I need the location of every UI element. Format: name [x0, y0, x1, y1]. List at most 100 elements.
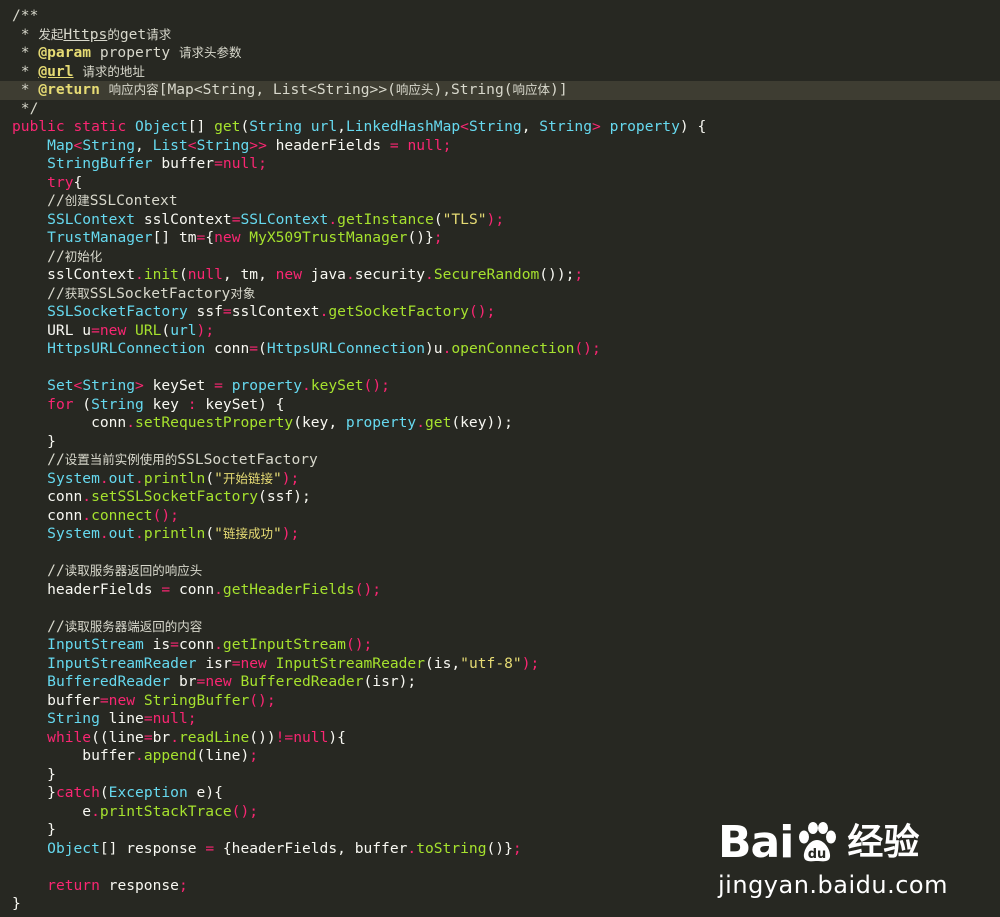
code-line[interactable]: SSLContext sslContext=SSLContext.getInst…	[0, 211, 1000, 230]
code-token: {headerFields, buffer	[214, 839, 408, 857]
code-token: System	[47, 469, 100, 487]
code-token: [] tm	[152, 229, 197, 246]
code-line[interactable]: System.out.println("开始链接");	[0, 470, 1000, 489]
code-line[interactable]: Map<String, List<String>> headerFields =…	[0, 137, 1000, 156]
code-line[interactable]: sslContext.init(null, tm, new java.secur…	[0, 266, 1000, 285]
code-token: ());	[539, 266, 575, 283]
code-token: Set	[47, 377, 74, 394]
code-token: =	[143, 728, 153, 746]
code-token: (	[205, 525, 215, 542]
code-line[interactable]: * @param property 请求头参数	[0, 44, 1000, 63]
code-token: .	[135, 747, 144, 764]
code-token: URL	[135, 321, 162, 339]
code-line[interactable]: URL u=new URL(url);	[0, 322, 1000, 341]
code-line[interactable]: buffer.append(line);	[0, 747, 1000, 766]
code-token: ,	[337, 118, 346, 135]
code-token: (ssf);	[258, 488, 311, 505]
code-token: );	[521, 654, 540, 672]
code-line[interactable]	[0, 359, 1000, 378]
code-line[interactable]: }	[0, 766, 1000, 785]
code-token: List	[152, 136, 188, 154]
code-line[interactable]: Set<String> keySet = property.keySet();	[0, 377, 1000, 396]
code-line[interactable]: //读取服务器端返回的内容	[0, 618, 1000, 637]
code-editor[interactable]: /** * 发起Https的get请求 * @param property 请求…	[0, 0, 1000, 917]
code-token: headerFields	[12, 580, 162, 598]
code-token: .	[345, 266, 355, 283]
code-token: readLine	[178, 728, 250, 746]
code-line[interactable]: InputStream is=conn.getInputStream();	[0, 636, 1000, 655]
code-token: =	[161, 580, 171, 598]
code-line[interactable]: //读取服务器返回的响应头	[0, 562, 1000, 581]
code-token: conn	[205, 340, 250, 357]
code-token: .	[214, 636, 223, 653]
code-line[interactable]: headerFields = conn.getHeaderFields();	[0, 581, 1000, 600]
code-line[interactable]: /**	[0, 7, 1000, 26]
code-area[interactable]: /** * 发起Https的get请求 * @param property 请求…	[0, 7, 1000, 914]
code-line[interactable]: conn.connect();	[0, 507, 1000, 526]
code-token: key	[143, 395, 188, 413]
code-token: property	[91, 44, 179, 61]
code-token: new	[240, 654, 267, 672]
code-line[interactable]: for (String key : keySet) {	[0, 396, 1000, 415]
code-line[interactable]: TrustManager[] tm={new MyX509TrustManage…	[0, 229, 1000, 248]
code-token: setSSLSocketFactory	[91, 488, 259, 505]
code-line[interactable]: //设置当前实例使用的SSLSoctetFactory	[0, 451, 1000, 470]
code-line[interactable]: //创建SSLContext	[0, 192, 1000, 211]
code-token: security	[354, 266, 426, 283]
code-line[interactable]: //初始化	[0, 248, 1000, 267]
code-line[interactable]: buffer=new StringBuffer();	[0, 692, 1000, 711]
code-token: 初始化	[64, 248, 103, 264]
code-line[interactable]: e.printStackTrace();	[0, 803, 1000, 822]
code-token: String	[196, 136, 250, 154]
code-token: */	[12, 99, 39, 117]
code-line[interactable]	[0, 544, 1000, 563]
code-token: sslContext	[135, 210, 232, 228]
code-token: ();	[574, 340, 601, 357]
code-token: url	[310, 118, 338, 135]
code-token: //	[47, 247, 65, 265]
code-token: =	[143, 710, 153, 727]
code-line[interactable]: }	[0, 433, 1000, 452]
code-token: init	[143, 266, 179, 283]
code-line[interactable]: System.out.println("链接成功");	[0, 525, 1000, 544]
code-token: static	[73, 118, 127, 135]
code-line[interactable]: */	[0, 100, 1000, 119]
code-line[interactable]: * 发起Https的get请求	[0, 26, 1000, 45]
code-line[interactable]	[0, 599, 1000, 618]
code-line[interactable]: * @return 响应内容[Map<String, List<String>>…	[0, 81, 1000, 100]
code-line[interactable]: InputStreamReader isr=new InputStreamRea…	[0, 655, 1000, 674]
code-line[interactable]: * @url 请求的地址	[0, 63, 1000, 82]
code-line[interactable]: }catch(Exception e){	[0, 784, 1000, 803]
code-line[interactable]: String line=null;	[0, 710, 1000, 729]
code-token: )u	[425, 340, 443, 357]
code-token: is	[143, 636, 171, 653]
code-token: ();	[249, 691, 276, 709]
code-line[interactable]: try{	[0, 174, 1000, 193]
code-token: null	[222, 155, 259, 172]
code-token: //	[47, 192, 65, 209]
code-line[interactable]: public static Object[] get(String url,Li…	[0, 118, 1000, 137]
code-token: return	[47, 876, 100, 894]
code-token: e){	[187, 784, 223, 801]
code-line[interactable]: HttpsURLConnection conn=(HttpsURLConnect…	[0, 340, 1000, 359]
code-token: ;	[249, 747, 259, 764]
code-line[interactable]: conn.setRequestProperty(key, property.ge…	[0, 414, 1000, 433]
code-line[interactable]: while((line=br.readLine())!=null){	[0, 729, 1000, 748]
code-line[interactable]: conn.setSSLSocketFactory(ssf);	[0, 488, 1000, 507]
code-line[interactable]: StringBuffer buffer=null;	[0, 155, 1000, 174]
code-line[interactable]: SSLSocketFactory ssf=sslContext.getSocke…	[0, 303, 1000, 322]
code-line[interactable]: //获取SSLSocketFactory对象	[0, 285, 1000, 304]
code-line[interactable]: BufferedReader br=new BufferedReader(isr…	[0, 673, 1000, 692]
code-token: e	[12, 802, 92, 820]
watermark-brand: Bai	[718, 817, 794, 868]
